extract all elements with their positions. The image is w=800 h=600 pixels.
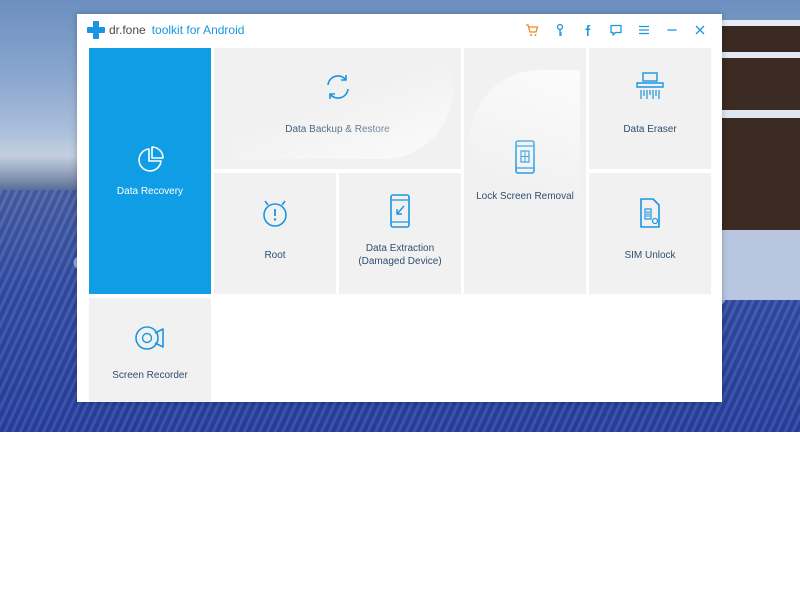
pie-chart-icon [138, 145, 164, 172]
phone-extract-icon [390, 193, 410, 228]
shredder-icon [636, 72, 664, 99]
tile-label: Screen Recorder [112, 369, 188, 381]
title-bar[interactable]: dr.fone toolkit for Android [77, 14, 722, 46]
brand: dr.fone toolkit for Android [87, 21, 244, 39]
feedback-button[interactable] [602, 14, 630, 46]
tile-label: Data Eraser [623, 124, 677, 135]
facebook-icon [585, 25, 591, 36]
tile-label: Data Extraction (Damaged Device) [358, 242, 442, 267]
tile-label: SIM Unlock [624, 250, 676, 261]
minimize-button[interactable] [658, 14, 686, 46]
key-icon [556, 23, 564, 36]
cart-button[interactable] [518, 14, 546, 46]
app-window: dr.fone toolkit for Android Data Recover… [77, 14, 722, 402]
tile-lock-screen-removal[interactable]: Lock Screen Removal [464, 48, 586, 294]
wallpaper-temple [710, 0, 800, 300]
menu-icon [639, 25, 649, 35]
android-alert-icon [263, 200, 287, 227]
video-record-icon [135, 325, 164, 350]
drfone-logo-icon [87, 21, 105, 39]
close-icon [695, 25, 705, 35]
tile-screen-recorder[interactable]: Screen Recorder [89, 298, 211, 402]
app-name: dr.fone [109, 23, 146, 37]
key-button[interactable] [546, 14, 574, 46]
tile-data-backup-restore[interactable]: Data Backup & Restore [214, 48, 461, 169]
tile-data-eraser[interactable]: Data Eraser [589, 48, 711, 169]
chat-icon [610, 24, 622, 36]
sync-icon [326, 75, 349, 99]
facebook-button[interactable] [574, 14, 602, 46]
tile-label: Data Recovery [116, 185, 184, 197]
cart-icon [526, 24, 539, 36]
tile-data-extraction[interactable]: Data Extraction (Damaged Device) [339, 173, 461, 294]
tile-label: Data Backup & Restore [285, 124, 390, 135]
product-name: toolkit for Android [151, 23, 245, 37]
tile-label: Lock Screen Removal [476, 190, 574, 202]
tile-data-recovery[interactable]: Data Recovery [89, 48, 211, 294]
tile-decoration [470, 70, 580, 280]
close-button[interactable] [686, 14, 714, 46]
menu-button[interactable] [630, 14, 658, 46]
title-actions [518, 14, 714, 46]
minimize-icon [667, 29, 677, 31]
phone-lock-icon [515, 139, 535, 174]
tile-label: Root [264, 250, 286, 261]
sim-card-icon [640, 198, 660, 228]
tile-root[interactable]: Root [214, 173, 336, 294]
tile-sim-unlock[interactable]: SIM Unlock [589, 173, 711, 294]
